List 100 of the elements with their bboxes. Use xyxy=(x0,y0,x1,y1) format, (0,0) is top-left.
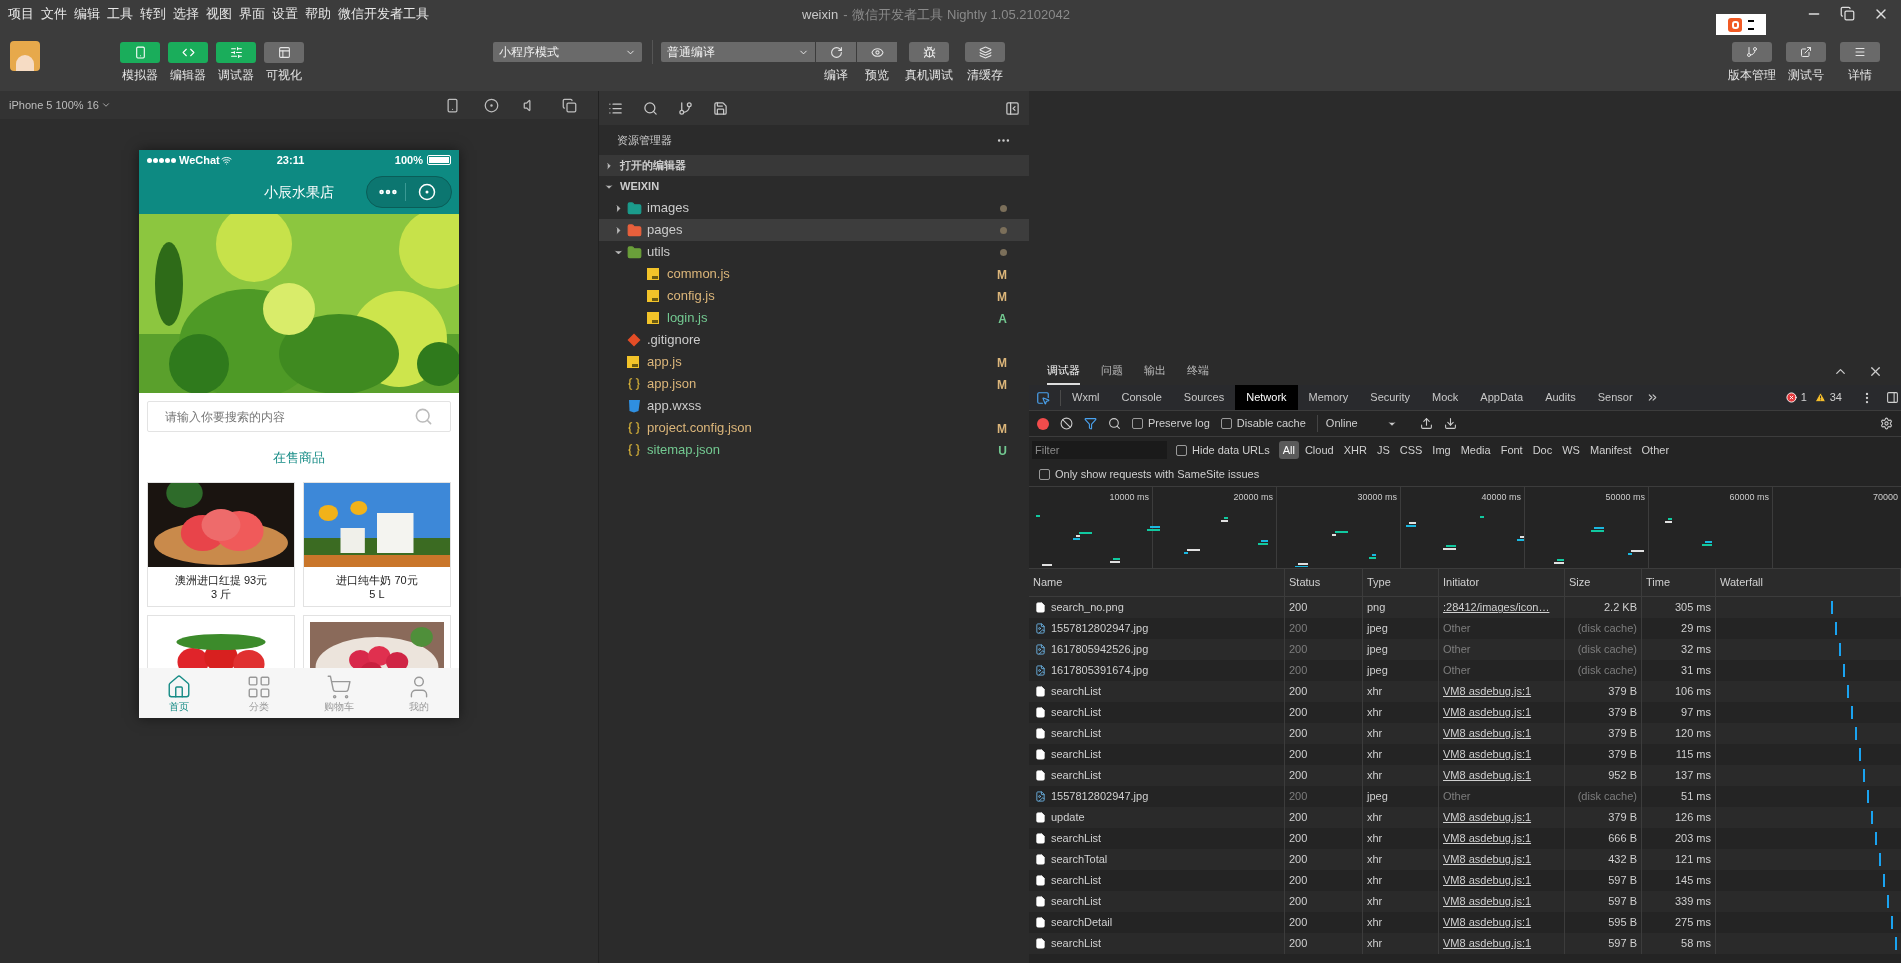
column-header[interactable]: Time xyxy=(1646,574,1671,591)
type-filter[interactable]: Manifest xyxy=(1585,441,1636,459)
request-row[interactable]: update 200 xhr VM8 asdebug.js:1 379 B 126 ms xyxy=(1029,807,1901,828)
request-row[interactable]: search_no.png 200 png :28412/images/icon… 2.2 KB 305 ms xyxy=(1029,597,1901,618)
target-icon[interactable] xyxy=(418,183,436,201)
list-icon[interactable] xyxy=(608,100,623,116)
file-tree-item[interactable]: config.js M xyxy=(599,285,1029,307)
initiator-link[interactable]: VM8 asdebug.js:1 xyxy=(1443,725,1532,742)
panel-tab[interactable]: Wxml xyxy=(1061,385,1111,410)
column-header[interactable]: Initiator xyxy=(1443,574,1480,591)
phone-icon[interactable] xyxy=(445,97,460,113)
dock-icon[interactable] xyxy=(1886,391,1899,404)
menu-item[interactable]: 编辑 xyxy=(74,3,100,24)
throttle-select[interactable]: Online xyxy=(1316,415,1397,432)
menu-item[interactable]: 帮助 xyxy=(305,3,331,24)
type-filter[interactable]: Other xyxy=(1637,441,1674,459)
type-filter[interactable]: CSS xyxy=(1395,441,1427,459)
initiator-link[interactable]: VM8 asdebug.js:1 xyxy=(1443,851,1532,868)
menu-item[interactable]: 项目 xyxy=(8,3,34,24)
capsule-button[interactable] xyxy=(366,176,452,208)
save-icon[interactable] xyxy=(713,100,728,116)
type-filter[interactable]: Img xyxy=(1428,441,1455,459)
request-row[interactable]: searchList 200 xhr VM8 asdebug.js:1 597 B 58 ms xyxy=(1029,933,1901,954)
search-field[interactable]: 请输入你要搜索的内容 xyxy=(165,407,414,426)
drawer-tab[interactable]: 终端 xyxy=(1187,358,1209,385)
toolbar-button[interactable] xyxy=(857,42,897,62)
panel-tab[interactable]: Security xyxy=(1359,385,1422,410)
panel-tab[interactable]: AppData xyxy=(1469,385,1535,410)
toolbar-button[interactable] xyxy=(909,42,949,62)
initiator-link[interactable]: VM8 asdebug.js:1 xyxy=(1443,914,1532,931)
checkbox[interactable]: Hide data URLs xyxy=(1176,441,1270,459)
menu-item[interactable]: 选择 xyxy=(173,3,199,24)
section-header[interactable]: 打开的编辑器 xyxy=(599,155,1029,176)
file-tree-item[interactable]: utils xyxy=(599,241,1029,263)
request-row[interactable]: searchList 200 xhr VM8 asdebug.js:1 952 B 137 ms xyxy=(1029,765,1901,786)
settings-icon[interactable] xyxy=(1880,417,1893,430)
request-row[interactable]: searchTotal 200 xhr VM8 asdebug.js:1 432 B 121 ms xyxy=(1029,849,1901,870)
view-toggle-button[interactable] xyxy=(264,42,304,63)
toolbar-button[interactable] xyxy=(1732,42,1772,62)
type-filter[interactable]: Cloud xyxy=(1300,441,1338,459)
type-filter[interactable]: WS xyxy=(1558,441,1584,459)
type-filter[interactable]: Font xyxy=(1496,441,1527,459)
view-toggle-button[interactable] xyxy=(168,42,208,63)
close-icon[interactable] xyxy=(1868,364,1883,379)
panel-tab[interactable]: Sources xyxy=(1172,385,1236,410)
record-icon[interactable] xyxy=(484,97,499,113)
column-header[interactable]: Name xyxy=(1033,574,1063,591)
file-tree-item[interactable]: login.js A xyxy=(599,307,1029,329)
tab-bar-item[interactable]: 首页 xyxy=(139,668,219,718)
branch-icon[interactable] xyxy=(678,100,693,116)
search-icon[interactable] xyxy=(643,100,658,116)
upload-icon[interactable] xyxy=(1419,417,1433,430)
file-tree-item[interactable]: project.config.json M xyxy=(599,417,1029,439)
collapse-panel-icon[interactable] xyxy=(1005,100,1020,116)
restore-icon[interactable] xyxy=(1840,6,1855,21)
menu-item[interactable]: 工具 xyxy=(107,3,133,24)
record-button[interactable] xyxy=(1037,417,1049,430)
column-header[interactable]: Size xyxy=(1569,574,1591,591)
file-tree-item[interactable]: app.wxss xyxy=(599,395,1029,417)
panel-tab[interactable]: Network xyxy=(1235,385,1298,410)
initiator-link[interactable]: VM8 asdebug.js:1 xyxy=(1443,704,1532,721)
file-tree-item[interactable]: pages xyxy=(599,219,1029,241)
panel-tab[interactable]: Audits xyxy=(1534,385,1587,410)
initiator-link[interactable]: VM8 asdebug.js:1 xyxy=(1443,746,1532,763)
file-tree-item[interactable]: sitemap.json U xyxy=(599,439,1029,461)
request-row[interactable]: searchList 200 xhr VM8 asdebug.js:1 379 B 106 ms xyxy=(1029,681,1901,702)
view-toggle-button[interactable] xyxy=(120,42,160,63)
request-row[interactable]: searchList 200 xhr VM8 asdebug.js:1 597 B 339 ms xyxy=(1029,891,1901,912)
type-filter[interactable]: XHR xyxy=(1339,441,1371,459)
search-bar[interactable]: 请输入你要搜索的内容 xyxy=(147,401,451,432)
inspect-icon[interactable] xyxy=(1036,390,1050,405)
type-filter[interactable]: Doc xyxy=(1528,441,1557,459)
menu-item[interactable]: 视图 xyxy=(206,3,232,24)
menu-item[interactable]: 文件 xyxy=(41,3,67,24)
request-row[interactable]: searchList 200 xhr VM8 asdebug.js:1 379 B 120 ms xyxy=(1029,723,1901,744)
menu-item[interactable]: 界面 xyxy=(239,3,265,24)
initiator-link[interactable]: VM8 asdebug.js:1 xyxy=(1443,809,1532,826)
filter-field[interactable]: Filter xyxy=(1032,441,1167,459)
device-select[interactable]: iPhone 5 100% 16 xyxy=(9,96,111,114)
search-icon[interactable] xyxy=(1108,417,1121,430)
type-filter[interactable]: Media xyxy=(1456,441,1495,459)
drawer-tab[interactable]: 输出 xyxy=(1144,358,1166,385)
initiator-link[interactable]: VM8 asdebug.js:1 xyxy=(1443,767,1532,784)
panel-tab[interactable]: Sensor xyxy=(1586,385,1644,410)
file-tree-item[interactable]: .gitignore xyxy=(599,329,1029,351)
initiator-link[interactable]: VM8 asdebug.js:1 xyxy=(1443,830,1532,847)
file-tree-item[interactable]: app.json M xyxy=(599,373,1029,395)
initiator-link[interactable]: VM8 asdebug.js:1 xyxy=(1443,872,1532,889)
compile-select[interactable]: 普通编译 xyxy=(661,42,815,62)
type-filter[interactable]: All xyxy=(1278,441,1299,459)
mode-select[interactable]: 小程序模式 xyxy=(493,42,642,62)
input-method-icon[interactable] xyxy=(1716,14,1766,35)
view-toggle-button[interactable] xyxy=(216,42,256,63)
product-card[interactable]: 澳洲进口红提 93元 3 斤 xyxy=(147,482,295,607)
panel-tab[interactable]: Mock xyxy=(1421,385,1470,410)
panel-tab[interactable]: Memory xyxy=(1297,385,1360,410)
drawer-tab[interactable]: 问题 xyxy=(1101,358,1123,385)
file-tree-item[interactable]: common.js M xyxy=(599,263,1029,285)
download-icon[interactable] xyxy=(1443,417,1457,430)
checkbox[interactable]: Only show requests with SameSite issues xyxy=(1039,466,1260,483)
